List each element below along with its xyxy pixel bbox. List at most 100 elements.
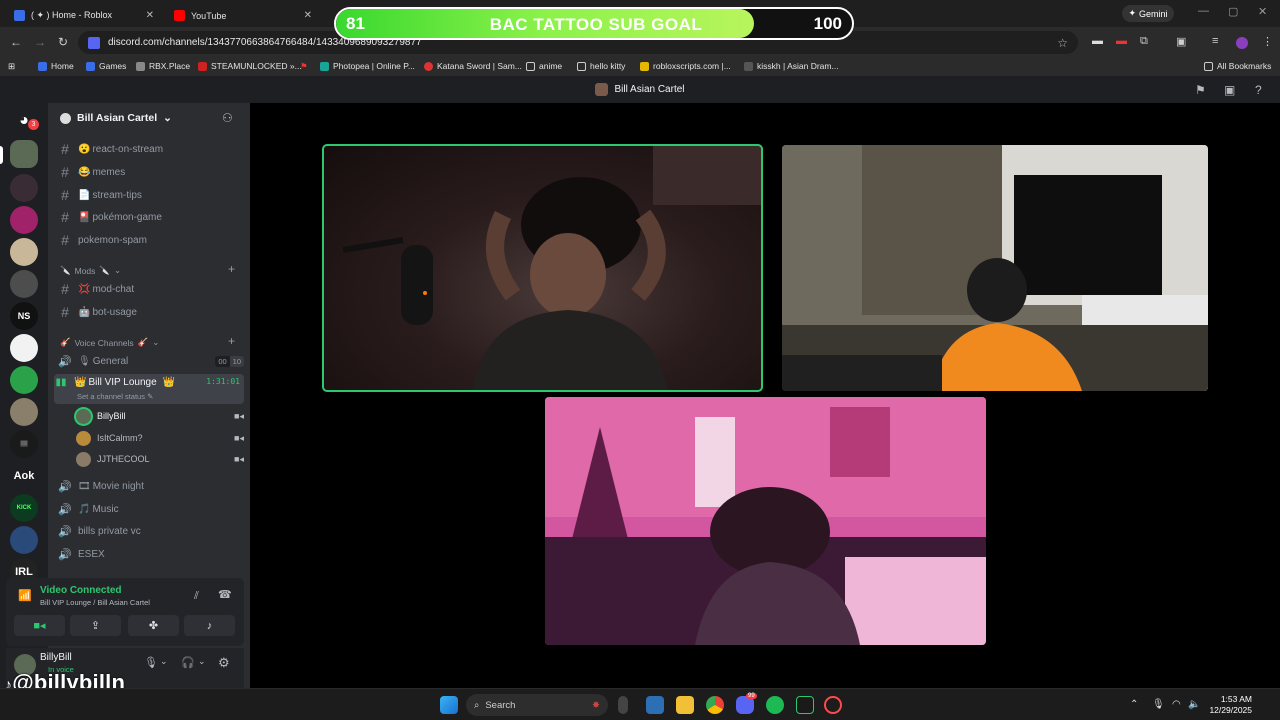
profile-avatar[interactable]	[1236, 37, 1248, 49]
volume-icon[interactable]: 🔈	[1188, 699, 1200, 710]
voice-status[interactable]: Video Connected	[40, 585, 122, 596]
inbox-icon[interactable]: ▣	[1224, 83, 1235, 97]
opera-icon[interactable]	[824, 696, 842, 714]
server-icon[interactable]	[10, 526, 38, 554]
gear-icon[interactable]: ⚙	[218, 655, 230, 671]
menu-icon[interactable]: ⋮	[1262, 35, 1273, 48]
back-icon[interactable]: ←	[10, 35, 22, 49]
channel-pokemon-game[interactable]: # 🎴 pokémon-game	[58, 207, 244, 227]
media-icon[interactable]: ▣	[1176, 35, 1186, 48]
chrome-icon[interactable]	[706, 696, 724, 714]
soundboard-button[interactable]: ♪	[184, 615, 235, 636]
channel-react-on-stream[interactable]: # 😮 react-on-stream	[58, 139, 244, 159]
voice-member-billybill[interactable]: BillyBill ■◂	[76, 406, 244, 426]
microphone-tray-icon[interactable]: 🎙	[1152, 699, 1165, 710]
server-ns[interactable]: NS	[10, 302, 38, 330]
bookmark-hello-kitty[interactable]: hello kitty	[577, 61, 625, 71]
taskbar-search[interactable]: ⌕ Search ✸	[466, 694, 608, 716]
add-channel-icon[interactable]: +	[228, 334, 235, 348]
gemini-button[interactable]: ✦ Gemini	[1122, 5, 1174, 22]
spotify-icon[interactable]	[766, 696, 784, 714]
server-name-header[interactable]: Bill Asian Cartel ⌄	[60, 112, 172, 124]
channel-memes[interactable]: # 😂 memes	[58, 162, 244, 182]
category-mods[interactable]: 🔪 Mods 🔪 ⌄	[60, 265, 121, 276]
reload-icon[interactable]: ↻	[58, 35, 68, 49]
channel-status[interactable]: Set a channel status ✎	[77, 392, 153, 401]
extension-icon[interactable]: ▬	[1092, 35, 1103, 47]
server-kick[interactable]: KICK	[10, 494, 38, 522]
channel-pokemon-spam[interactable]: # pokemon-spam	[58, 230, 244, 250]
voice-channel-esex[interactable]: 🔊 ESEX	[58, 544, 244, 564]
bookmark-katana[interactable]: Katana Sword | Sam...	[424, 61, 522, 71]
server-icon[interactable]	[10, 334, 38, 362]
signal-icon[interactable]: 📶	[18, 589, 32, 602]
headphones-icon[interactable]: 🎧	[181, 656, 195, 669]
voice-channel-vip-lounge[interactable]: ▮▮ 👑 Bill VIP Lounge 👑 1:31:01 Set a cha…	[54, 374, 244, 404]
server-icon[interactable]: ▒▒	[10, 430, 38, 458]
channel-stream-tips[interactable]: # 📄 stream-tips	[58, 185, 244, 205]
bookmark-anime[interactable]: anime	[526, 61, 562, 71]
mouse-app-icon[interactable]	[618, 696, 628, 714]
server-aok[interactable]: Aok	[10, 462, 38, 490]
maximize-icon[interactable]: ▢	[1228, 5, 1238, 18]
apps-icon[interactable]: ⊞	[8, 61, 15, 72]
video-tile-isitcalmm[interactable]	[782, 145, 1208, 391]
tab-search-icon[interactable]: ≡	[1212, 35, 1218, 47]
puzzle-icon[interactable]: ⧉	[1140, 35, 1148, 48]
channel-mod-chat[interactable]: # 💢 mod-chat	[58, 279, 244, 299]
wifi-icon[interactable]: ◠	[1172, 699, 1181, 710]
noise-suppression-icon[interactable]: ⫽	[194, 590, 199, 603]
channel-bot-usage[interactable]: # 🤖 bot-usage	[58, 302, 244, 322]
system-clock[interactable]: 1:53 AM 12/29/2025	[1202, 694, 1252, 716]
photos-app-icon[interactable]	[646, 696, 664, 714]
star-icon[interactable]: ☆	[1057, 36, 1068, 50]
video-tile-billybill[interactable]	[322, 144, 763, 392]
bookmark-kisskh[interactable]: kisskh | Asian Dram...	[744, 61, 839, 71]
voice-channel-movie-night[interactable]: 🔊 🎞 Movie night	[58, 476, 244, 496]
bookmark-home[interactable]: Home	[38, 61, 74, 71]
chevron-up-icon[interactable]: ⌃	[1130, 699, 1138, 710]
extension-red-icon[interactable]: ▬	[1116, 35, 1127, 47]
voice-member-jjthecool[interactable]: JJTHECOOL ■◂	[76, 449, 244, 469]
bookmark-photopea[interactable]: Photopea | Online P...	[320, 61, 415, 71]
chevron-down-icon[interactable]: ⌄	[198, 656, 206, 667]
bookmark-flag[interactable]: ⚑	[300, 61, 308, 72]
bookmark-games[interactable]: Games	[86, 61, 126, 71]
activities-button[interactable]: ✤	[128, 615, 179, 636]
windows-start-icon[interactable]	[440, 696, 458, 714]
server-icon[interactable]	[10, 270, 38, 298]
all-bookmarks[interactable]: All Bookmarks	[1204, 61, 1271, 71]
microphone-icon[interactable]: 🎙	[144, 656, 158, 669]
add-member-icon[interactable]: ⚇	[222, 111, 233, 125]
flag-icon[interactable]: ⚑	[1195, 83, 1206, 97]
app-icon[interactable]	[796, 696, 814, 714]
voice-channel-bills-private[interactable]: 🔊 bills private vc	[58, 521, 244, 541]
forward-icon[interactable]: →	[34, 35, 46, 49]
minimize-icon[interactable]: —	[1198, 5, 1209, 17]
voice-location[interactable]: Bill VIP Lounge / Bill Asian Cartel	[40, 598, 150, 607]
screen-share-button[interactable]: ⇪	[70, 615, 121, 636]
user-name[interactable]: BillyBill	[40, 652, 72, 663]
category-voice-channels[interactable]: 🎸 Voice Channels 🎸 ⌄	[60, 337, 159, 348]
video-tile-jjthecool[interactable]	[545, 397, 986, 645]
window-close-icon[interactable]: ✕	[1258, 5, 1267, 18]
tab-youtube[interactable]: YouTube ✕	[166, 4, 320, 27]
bookmark-steamunlocked[interactable]: STEAMUNLOCKED »...	[198, 61, 302, 71]
add-channel-icon[interactable]: +	[228, 262, 235, 276]
tab-roblox[interactable]: ( ✦ ) Home - Roblox ✕	[6, 4, 162, 27]
server-icon[interactable]	[10, 366, 38, 394]
server-icon[interactable]	[10, 398, 38, 426]
bookmark-robloxscripts[interactable]: robloxscripts.com |...	[640, 61, 731, 71]
server-bill-asian-cartel[interactable]	[10, 140, 38, 168]
close-icon[interactable]: ✕	[146, 10, 154, 21]
voice-channel-general[interactable]: 🔊 🎙 General 00 10	[58, 351, 244, 371]
server-icon[interactable]	[10, 174, 38, 202]
server-icon[interactable]	[10, 206, 38, 234]
server-icon[interactable]	[10, 238, 38, 266]
file-explorer-icon[interactable]	[676, 696, 694, 714]
voice-channel-music[interactable]: 🔊 🎵 Music	[58, 499, 244, 519]
disconnect-icon[interactable]: ☎	[218, 588, 232, 601]
camera-toggle-button[interactable]: ■◂	[14, 615, 65, 636]
bookmark-rbxplace[interactable]: RBX.Place	[136, 61, 190, 71]
voice-member-isitcalmm[interactable]: IsItCalmm? ■◂	[76, 428, 244, 448]
